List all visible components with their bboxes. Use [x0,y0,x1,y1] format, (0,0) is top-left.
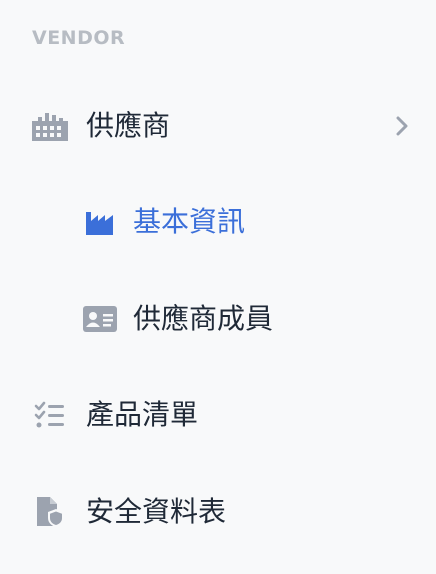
sidebar-item-label: 基本資訊 [133,205,246,238]
sidebar-item-vendor-members[interactable]: 供應商成員 [82,295,273,343]
sidebar-item-label: 供應商 [86,109,171,142]
sidebar-item-safety-data-sheet[interactable]: 安全資料表 [32,488,226,536]
sidebar-item-basic-info[interactable]: 基本資訊 [82,198,245,246]
sidebar-item-label: 產品清單 [86,398,199,431]
id-card-icon [82,301,118,337]
section-label-vendor: VENDOR [32,27,126,49]
file-shield-icon [32,494,68,530]
building-icon [32,108,68,144]
sidebar: VENDOR 供應商 基本資訊 供應商成員 產品清單 安全資料表 [0,0,436,574]
sidebar-item-label: 安全資料表 [86,495,227,528]
sidebar-item-vendor[interactable]: 供應商 [32,102,422,150]
chevron-right-icon [390,114,414,138]
sidebar-item-label: 供應商成員 [133,302,274,335]
sidebar-item-product-list[interactable]: 產品清單 [32,391,198,439]
checklist-icon [32,397,68,433]
factory-icon [82,204,118,240]
